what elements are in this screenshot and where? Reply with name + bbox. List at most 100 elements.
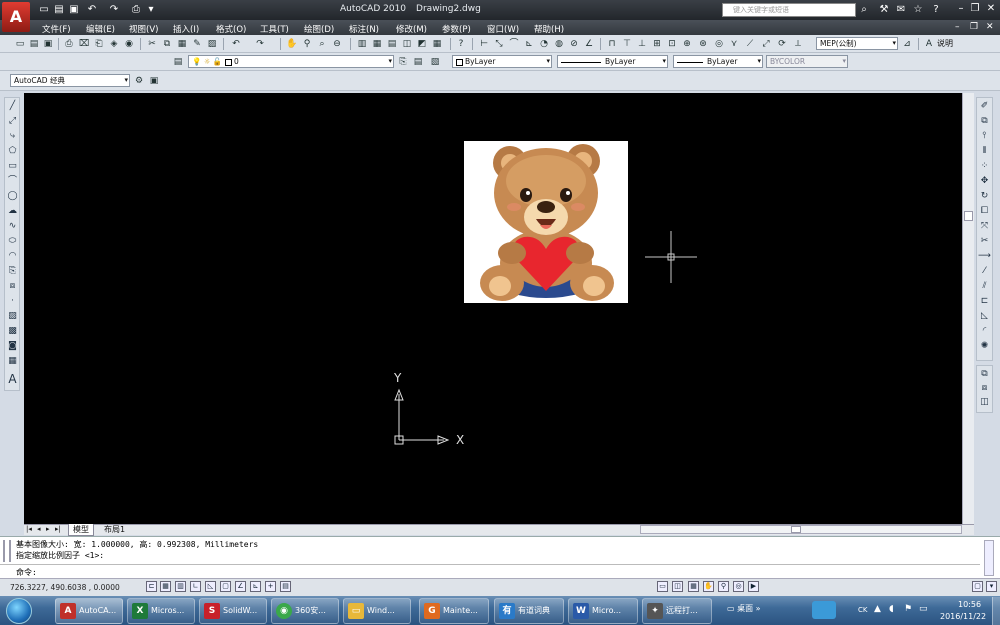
fillet-icon[interactable]: ◜ [978, 325, 991, 338]
menu-tools[interactable]: 工具(T) [260, 23, 289, 35]
table-icon[interactable]: ▦ [6, 355, 19, 368]
inspection-icon[interactable]: ◎ [713, 38, 725, 50]
layer-previous-icon[interactable]: ▤ [412, 56, 424, 68]
polyline-icon[interactable]: ⤷ [6, 130, 19, 143]
hatch-icon[interactable]: ▨ [6, 310, 19, 323]
trim-icon[interactable]: ✂ [978, 235, 991, 248]
zoom-realtime-icon[interactable]: ⚲ [301, 38, 313, 50]
sheet-set-icon[interactable]: ◫ [401, 38, 413, 50]
tray-flag-icon[interactable]: ⚑ [904, 604, 912, 614]
tray-volume-icon[interactable]: ◖ [889, 604, 894, 614]
stretch-icon[interactable]: ⤧ [978, 220, 991, 233]
join-icon[interactable]: ⊏ [978, 295, 991, 308]
doc-minimize-icon[interactable]: – [955, 22, 960, 32]
block-editor-icon[interactable]: ▨ [206, 38, 218, 50]
pan-status-icon[interactable]: ✋ [703, 581, 714, 592]
tool-palettes-icon[interactable]: ▤ [386, 38, 398, 50]
taskbar-item-explorer[interactable]: ▭ Wind... [343, 598, 411, 624]
menu-edit[interactable]: 编辑(E) [86, 23, 115, 35]
taskbar-item-word[interactable]: W Micro... [568, 598, 638, 624]
tab-next-arrow-icon[interactable]: ▸ [46, 525, 50, 533]
dim-space-icon[interactable]: ⊞ [651, 38, 663, 50]
extend-icon[interactable]: ⟶ [978, 250, 991, 263]
redo-icon[interactable]: ↷ [108, 4, 120, 15]
communication-center-icon[interactable]: ✉ [895, 4, 907, 16]
erase-icon[interactable]: ✐ [978, 100, 991, 113]
vertical-scrollbar[interactable] [962, 93, 974, 524]
dim-baseline-icon[interactable]: ⊤ [621, 38, 633, 50]
point-icon[interactable]: · [6, 295, 19, 308]
polar-toggle[interactable]: ◺ [205, 581, 216, 592]
make-current-layer-icon[interactable]: ⎘ [397, 56, 409, 68]
lineweight-toggle[interactable]: ▤ [280, 581, 291, 592]
taskbar-item-excel[interactable]: X Micros... [127, 598, 195, 624]
dim-jogged-icon[interactable]: ◍ [553, 38, 565, 50]
infer-constraints-toggle[interactable]: ⊏ [146, 581, 157, 592]
make-block-icon[interactable]: ⧈ [6, 280, 19, 293]
save-icon[interactable]: ▣ [42, 38, 54, 50]
chamfer-icon[interactable]: ◺ [978, 310, 991, 323]
dimstyle-select[interactable]: MEP(公制) ▾ [816, 37, 898, 50]
showmotion-icon[interactable]: ▶ [748, 581, 759, 592]
osnap-toggle[interactable]: ▢ [220, 581, 231, 592]
bring-to-front-icon[interactable]: ⧉ [978, 368, 991, 381]
tab-first-arrow-icon[interactable]: |◂ [26, 525, 32, 533]
multiline-text-icon[interactable]: A [6, 373, 19, 386]
menu-format[interactable]: 格式(O) [216, 23, 246, 35]
bring-above-icon[interactable]: ◫ [978, 396, 991, 409]
dim-linear-icon[interactable]: ⊢ [478, 38, 490, 50]
undo-icon[interactable]: ↶ [230, 38, 242, 50]
otrack-toggle[interactable]: ∠ [235, 581, 246, 592]
autocad-app-icon[interactable]: A [2, 2, 30, 32]
dim-text-edit-icon[interactable]: ⤢ [760, 38, 772, 50]
3d-dwf-icon[interactable]: ◈ [108, 38, 120, 50]
region-icon[interactable]: ◙ [6, 340, 19, 353]
circle-icon[interactable]: ◯ [6, 190, 19, 203]
etransmit-icon[interactable]: ◉ [123, 38, 135, 50]
dim-update-icon[interactable]: ⟳ [776, 38, 788, 50]
dim-continue-icon[interactable]: ⊥ [636, 38, 648, 50]
workspace-select[interactable]: AutoCAD 经典 ▾ [10, 74, 130, 87]
desktop-toolbar[interactable]: ▭ 桌面 » [727, 603, 761, 614]
copy-object-icon[interactable]: ⧉ [978, 115, 991, 128]
dynamic-ucs-toggle[interactable]: ⊾ [250, 581, 261, 592]
dim-edit-icon[interactable]: ⟋ [744, 38, 756, 50]
linetype-select[interactable]: ByLayer ▾ [557, 55, 668, 68]
properties-icon[interactable]: ▥ [356, 38, 368, 50]
polygon-icon[interactable]: ⬠ [6, 145, 19, 158]
dim-diameter-icon[interactable]: ⊘ [568, 38, 580, 50]
dim-ordinate-icon[interactable]: ⊾ [523, 38, 535, 50]
command-scrollbar[interactable] [984, 540, 994, 576]
color-select[interactable]: ByLayer ▾ [452, 55, 552, 68]
tray-display-icon[interactable]: ▭ [919, 604, 928, 614]
dim-aligned-icon[interactable]: ⤡ [493, 38, 505, 50]
status-tray-settings-icon[interactable]: ▾ [986, 581, 997, 592]
paste-icon[interactable]: ▦ [176, 38, 188, 50]
publish-icon[interactable]: ⎗ [93, 38, 105, 50]
textstyle-label[interactable]: 说明 [937, 38, 987, 50]
search-binoculars-icon[interactable]: ⌕ [858, 4, 870, 16]
plot-preview-icon[interactable]: ⌧ [78, 38, 90, 50]
command-input[interactable]: 命令: [0, 564, 980, 578]
qnew-icon[interactable]: ▭ [14, 38, 26, 50]
help-search-input[interactable]: 键入关键字或短语 [722, 3, 856, 17]
taskbar-item-remote[interactable]: ✦ 远程打... [642, 598, 712, 624]
offset-icon[interactable]: ⫴ [978, 145, 991, 158]
help-icon[interactable]: ? [930, 4, 942, 16]
textstyle-icon[interactable]: A [923, 38, 935, 50]
revision-cloud-icon[interactable]: ☁ [6, 205, 19, 218]
redo-icon[interactable]: ↷ [254, 38, 266, 50]
new-file-icon[interactable]: ▭ [38, 4, 50, 15]
plotstyle-select[interactable]: BYCOLOR ▾ [766, 55, 848, 68]
doc-close-icon[interactable]: ✕ [986, 22, 994, 32]
help-icon[interactable]: ? [455, 38, 467, 50]
send-to-back-icon[interactable]: ⧈ [978, 382, 991, 395]
taskbar-item-solidworks[interactable]: S SolidW... [199, 598, 267, 624]
clean-screen-icon[interactable]: ▢ [972, 581, 983, 592]
scale-icon[interactable]: ⧠ [978, 205, 991, 218]
jogged-linear-icon[interactable]: ⋎ [728, 38, 740, 50]
steering-wheel-icon[interactable]: ◎ [733, 581, 744, 592]
center-mark-icon[interactable]: ⊛ [697, 38, 709, 50]
undo-icon[interactable]: ↶ [86, 4, 98, 15]
coordinate-readout[interactable]: 726.3227, 490.6038 , 0.0000 [10, 583, 120, 592]
